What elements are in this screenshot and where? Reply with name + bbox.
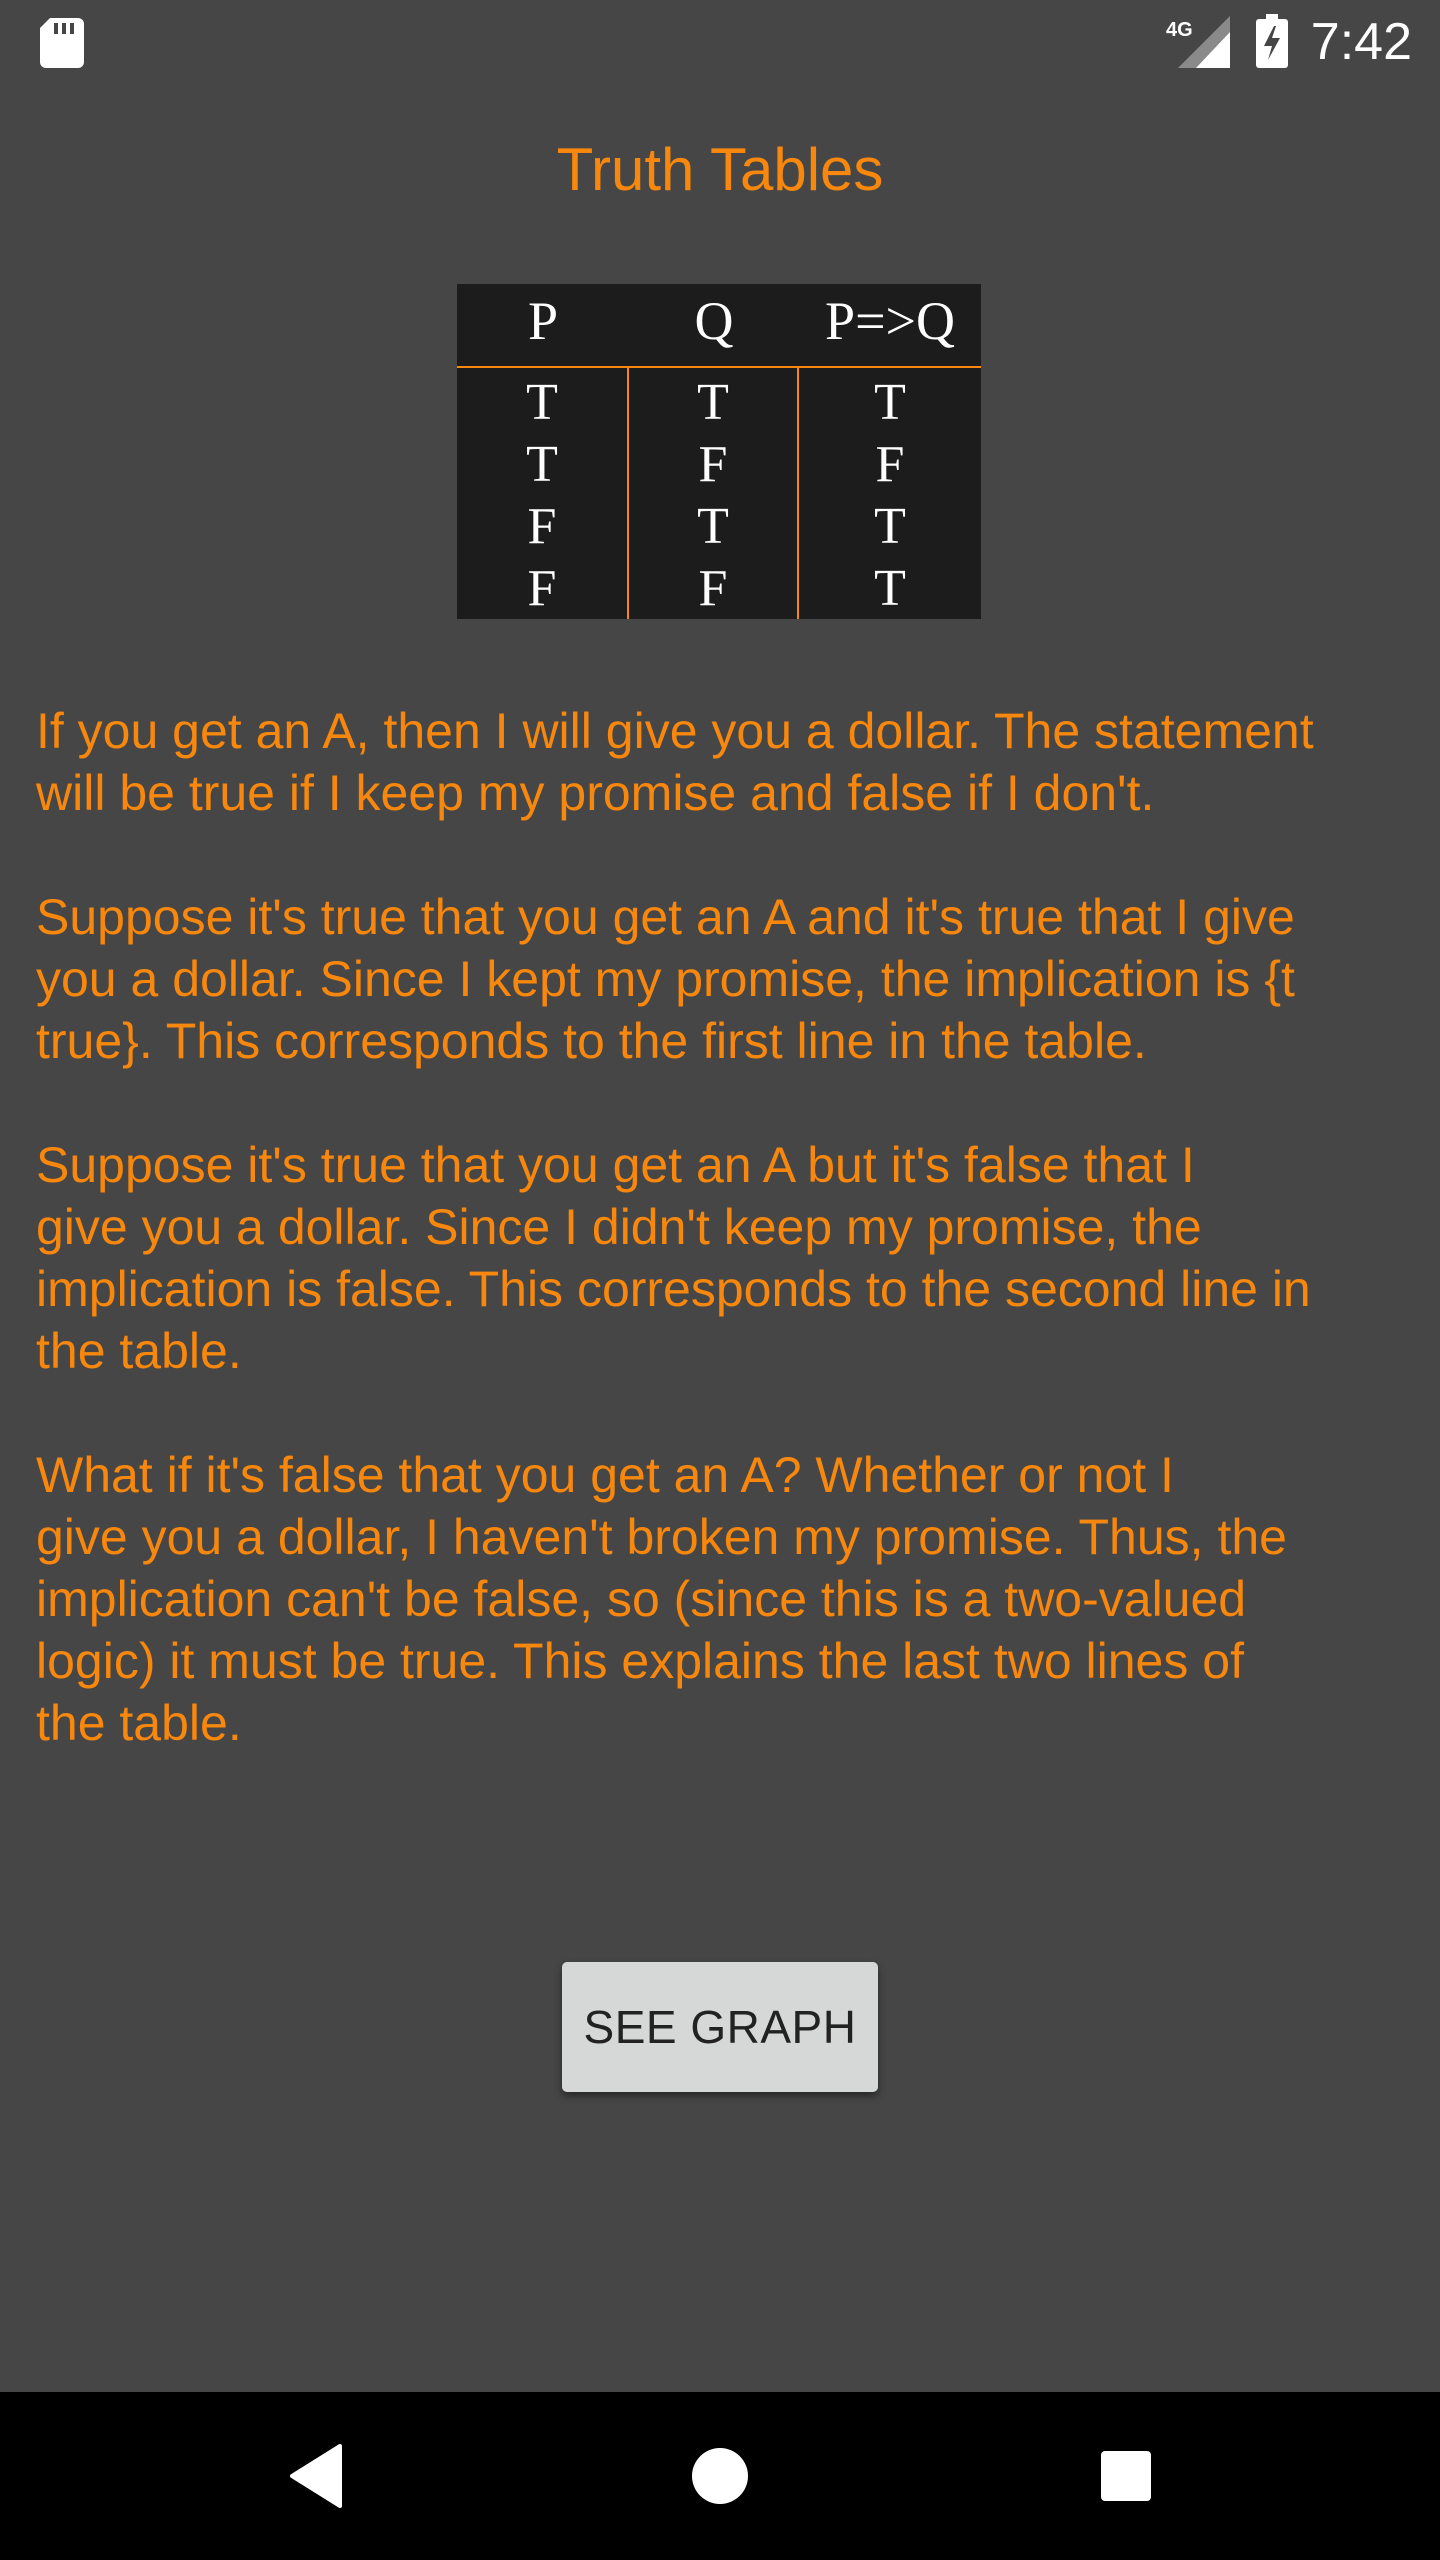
column-implication: T F T T [799, 368, 981, 619]
paragraph-intro: If you get an A, then I will give you a … [36, 703, 1314, 821]
home-icon [692, 2448, 748, 2504]
page-title: Truth Tables [556, 136, 884, 203]
status-bar: 4G 7:42 [0, 0, 1440, 84]
battery-charging-icon [1256, 14, 1288, 68]
paragraph-second-line: Suppose it's true that you get an A but … [36, 1137, 1311, 1379]
recent-apps-button[interactable] [1086, 2436, 1166, 2516]
table-cell: T [874, 374, 906, 431]
table-cell: F [698, 560, 728, 617]
table-cell: T [874, 498, 906, 555]
sd-card-icon [40, 18, 84, 68]
header-cell-q: Q [694, 291, 734, 351]
table-cell: F [698, 436, 728, 493]
back-icon [290, 2444, 342, 2508]
table-cell: F [875, 436, 905, 493]
network-type-label: 4G [1166, 19, 1193, 41]
see-graph-button[interactable]: SEE GRAPH [562, 1962, 878, 2092]
truth-table-body: T T F F T F T F T F T T [457, 368, 981, 619]
column-p: T T F F [457, 368, 629, 619]
explanation-text: If you get an A, then I will give you a … [36, 700, 1416, 1816]
table-cell: T [526, 436, 558, 493]
home-button[interactable] [680, 2436, 760, 2516]
truth-table-header: P Q P=>Q [457, 284, 981, 368]
table-cell: T [874, 560, 906, 617]
truth-table: P Q P=>Q T T F F T F T F T F T T [457, 284, 981, 619]
back-button[interactable] [276, 2436, 356, 2516]
recent-apps-icon [1101, 2451, 1151, 2501]
table-cell: F [527, 498, 557, 555]
header-cell-p: P [527, 291, 559, 351]
header-cell-implication: P=>Q [825, 291, 955, 351]
paragraph-last-lines: What if it's false that you get an A? Wh… [36, 1447, 1287, 1751]
paragraph-first-line: Suppose it's true that you get an A and … [36, 889, 1295, 1069]
table-cell: T [697, 374, 729, 431]
table-cell: T [526, 374, 558, 431]
clock: 7:42 [1310, 13, 1412, 71]
cell-signal-icon: 4G [1166, 16, 1230, 68]
table-cell: T [697, 498, 729, 555]
table-cell: F [527, 560, 557, 617]
navigation-bar [0, 2392, 1440, 2560]
column-q: T F T F [629, 368, 799, 619]
